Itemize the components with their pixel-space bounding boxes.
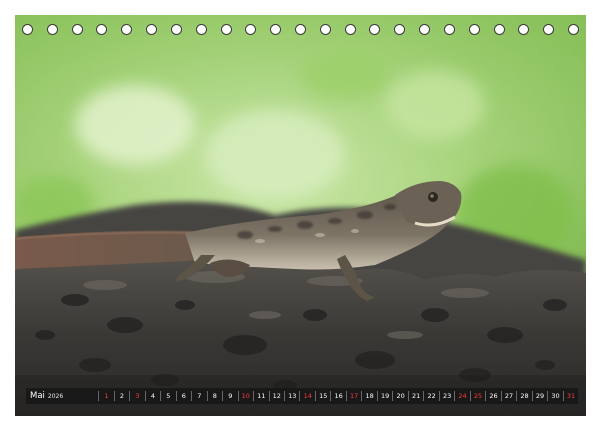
binding-ring <box>493 24 505 35</box>
binding-ring <box>245 24 257 35</box>
binding-ring <box>146 24 158 35</box>
spiral-binding <box>22 24 580 40</box>
month-name: Mai <box>30 391 45 401</box>
day-number: 14 <box>299 391 314 401</box>
binding-ring <box>71 24 83 35</box>
day-number: 26 <box>485 391 500 401</box>
binding-ring <box>419 24 431 35</box>
day-number: 2 <box>113 391 129 401</box>
day-number: 31 <box>562 391 578 401</box>
day-number: 27 <box>500 391 516 401</box>
binding-ring <box>295 24 306 35</box>
day-number: 13 <box>284 391 299 401</box>
binding-ring <box>96 24 108 35</box>
day-number: 1 <box>98 391 113 401</box>
binding-ring <box>568 24 579 35</box>
day-number: 30 <box>547 391 562 401</box>
binding-ring <box>394 24 406 35</box>
binding-ring <box>319 24 331 35</box>
binding-ring <box>518 24 530 35</box>
binding-ring <box>22 24 33 35</box>
day-number: 16 <box>330 391 345 401</box>
month-label: Mai 2026 <box>26 391 67 401</box>
binding-ring <box>468 24 480 35</box>
day-number: 3 <box>129 391 144 401</box>
binding-ring <box>443 24 455 35</box>
day-number: 20 <box>392 391 407 401</box>
day-number: 18 <box>361 391 376 401</box>
day-number: 28 <box>516 391 531 401</box>
binding-ring <box>220 24 232 35</box>
day-number: 22 <box>423 391 438 401</box>
day-number: 12 <box>268 391 284 401</box>
day-row: 1 2 3 4 5 6 7 8 9 10 11 12 13 14 15 16 17 18 19 20 21 22 23 24 2… <box>98 388 578 404</box>
day-number: 5 <box>160 391 175 401</box>
day-number: 10 <box>237 391 253 401</box>
day-number: 6 <box>175 391 191 401</box>
day-number: 4 <box>144 391 160 401</box>
day-number: 23 <box>438 391 454 401</box>
binding-ring <box>344 24 356 35</box>
day-number: 29 <box>531 391 547 401</box>
calendar-page: Mai 2026 1 2 3 4 5 6 7 8 9 10 11 12 13 14 15 16 17 18 19 20 2… <box>0 0 600 431</box>
day-number: 15 <box>314 391 330 401</box>
day-number: 7 <box>191 391 206 401</box>
day-number: 17 <box>345 391 361 401</box>
binding-ring <box>121 24 133 35</box>
year-label: 2026 <box>47 393 64 400</box>
binding-ring <box>543 24 555 35</box>
day-number: 24 <box>454 391 469 401</box>
binding-ring <box>170 24 182 35</box>
day-number: 8 <box>206 391 222 401</box>
day-number: 25 <box>469 391 485 401</box>
lizard-photo <box>15 15 586 416</box>
binding-ring <box>270 24 282 35</box>
day-number: 9 <box>222 391 237 401</box>
day-number: 21 <box>407 391 423 401</box>
calendar-strip: Mai 2026 1 2 3 4 5 6 7 8 9 10 11 12 13 14 15 16 17 18 19 20 2… <box>26 388 578 404</box>
day-number: 11 <box>253 391 268 401</box>
day-number: 19 <box>376 391 392 401</box>
binding-ring <box>369 24 381 35</box>
binding-ring <box>46 24 58 35</box>
binding-ring <box>195 24 207 35</box>
